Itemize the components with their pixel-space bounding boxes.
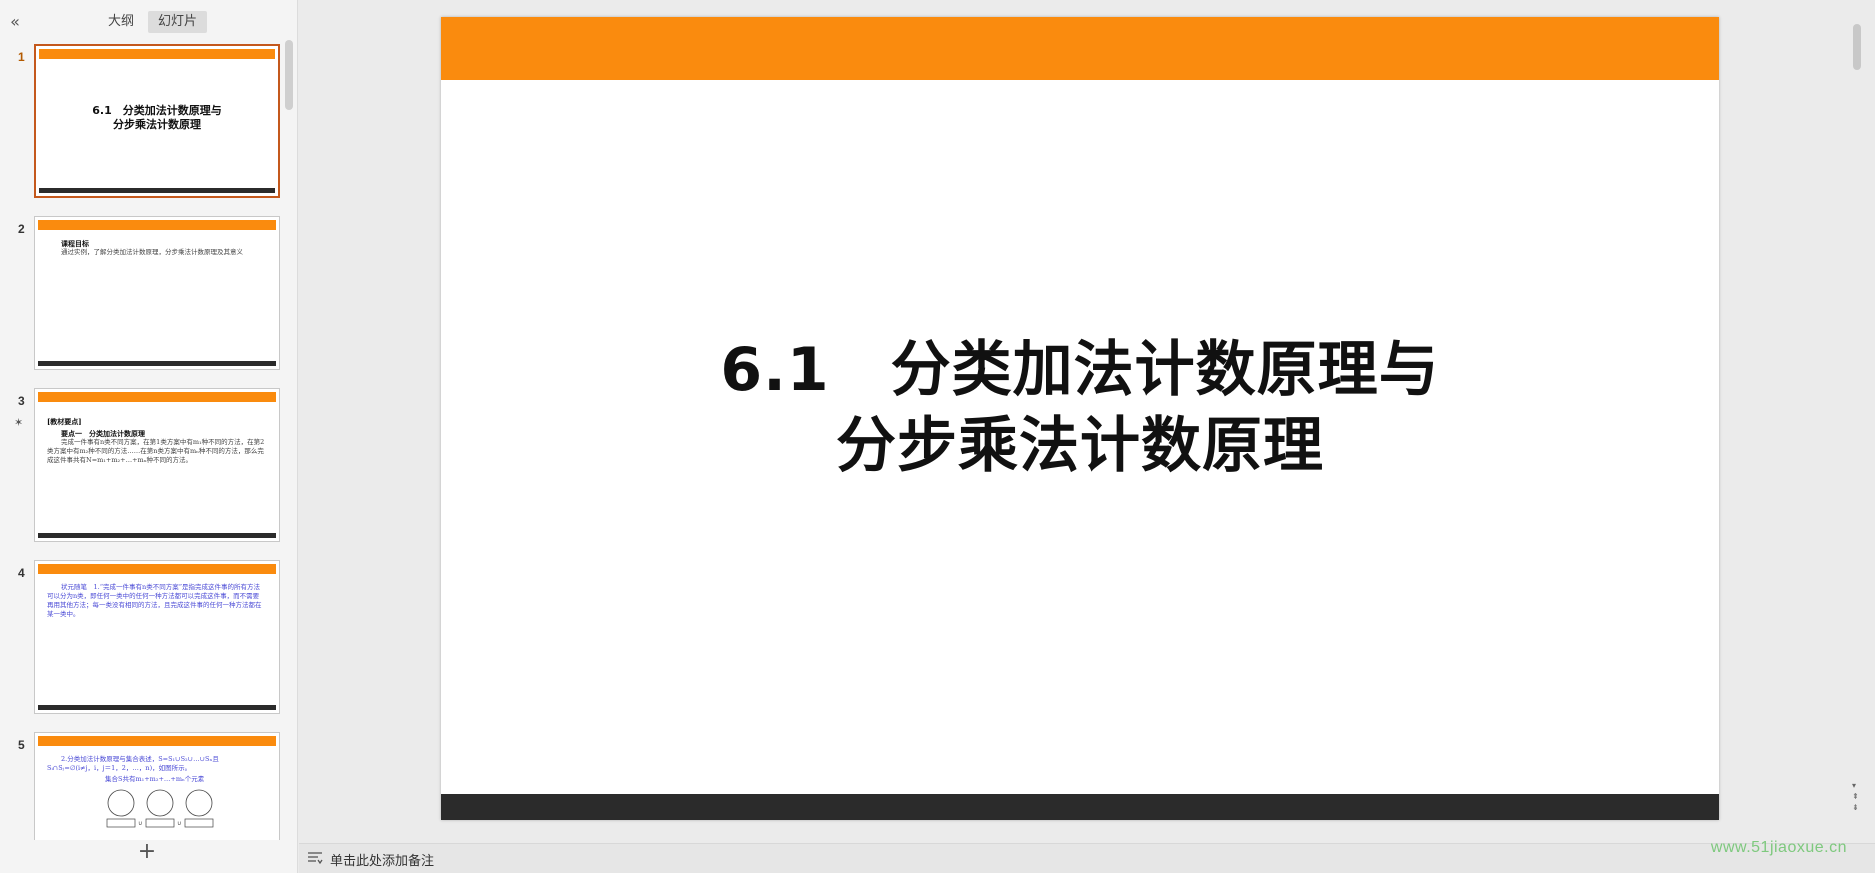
slide-footer-bar xyxy=(441,794,1719,820)
thumb-header-bar xyxy=(38,564,276,574)
editor-scrollbar[interactable]: ▾ ⇞ ⇟ xyxy=(1851,0,1863,843)
thumb-header-bar xyxy=(38,392,276,402)
slide-number: 2 xyxy=(18,222,25,236)
thumb-footer-bar xyxy=(38,533,276,538)
plus-icon[interactable]: + xyxy=(136,841,158,864)
slide-number: 3 xyxy=(18,394,25,408)
thumbnail-row-5: 5 2.分类加法计数原理与集合表述，S=S₁∪S₂∪…∪Sₙ且Sᵢ∩Sⱼ=∅(i… xyxy=(0,728,290,840)
slide-number: 1 xyxy=(18,50,25,64)
thumb-subheading: 要点一 分类加法计数原理 xyxy=(61,429,145,438)
thumb-body: 2.分类加法计数原理与集合表述，S=S₁∪S₂∪…∪Sₙ且Sᵢ∩Sⱼ=∅(i≠j… xyxy=(47,755,219,772)
notes-list-icon xyxy=(308,852,323,865)
current-slide[interactable]: 6.1 分类加法计数原理与 分步乘法计数原理 xyxy=(441,17,1719,820)
slide-header-bar xyxy=(441,17,1719,80)
thumb-text: 课程目标 通过实例，了解分类加法计数原理，分步乘法计数原理及其意义 xyxy=(47,239,265,257)
thumb-title: 6.1 分类加法计数原理与 分步乘法计数原理 xyxy=(36,104,278,132)
thumb-text: [教材要点] 要点一 分类加法计数原理 完成一件事有n类不同方案，在第1类方案中… xyxy=(47,417,265,465)
slide-title[interactable]: 6.1 分类加法计数原理与 分步乘法计数原理 xyxy=(441,332,1719,484)
thumbnail-row-3: 3 ✶ [教材要点] 要点一 分类加法计数原理 完成一件事有n类不同方案，在第1… xyxy=(0,384,290,542)
slide-thumbnail-3[interactable]: [教材要点] 要点一 分类加法计数原理 完成一件事有n类不同方案，在第1类方案中… xyxy=(34,388,280,542)
page-nav-arrows-icon[interactable]: ▾ ⇞ ⇟ xyxy=(1852,780,1859,813)
slide-thumbnail-1[interactable]: 6.1 分类加法计数原理与 分步乘法计数原理 xyxy=(34,44,280,198)
thumb-header-bar xyxy=(38,220,276,230)
slide-title-line-2: 分步乘法计数原理 xyxy=(836,411,1324,481)
thumb-header-bar xyxy=(38,736,276,746)
venn-diagram: ∪ ∪ xyxy=(106,789,214,828)
notes-input[interactable]: 单击此处添加备注 xyxy=(330,850,434,869)
slide-editor: 6.1 分类加法计数原理与 分步乘法计数原理 ▾ ⇞ ⇟ xyxy=(299,0,1863,843)
thumb-body: 完成一件事有n类不同方案，在第1类方案中有m₁种不同的方法，在第2类方案中有m₂… xyxy=(47,438,265,464)
thumb-footer-bar xyxy=(38,361,276,366)
slide-number: 4 xyxy=(18,566,25,580)
slide-title-line-1: 6.1 分类加法计数原理与 xyxy=(720,335,1440,405)
svg-text:∪: ∪ xyxy=(177,820,181,827)
thumbnail-row-2: 2 课程目标 通过实例，了解分类加法计数原理，分步乘法计数原理及其意义 xyxy=(0,212,290,370)
thumb-footer-bar xyxy=(38,705,276,710)
thumb-title-line-2: 分步乘法计数原理 xyxy=(113,118,201,131)
double-chevron-left-icon[interactable]: « xyxy=(4,12,26,32)
thumb-footer-bar xyxy=(39,188,275,193)
thumb-title-line-1: 6.1 分类加法计数原理与 xyxy=(92,104,222,117)
thumb-body: 状元随笔 1.“完成一件事有n类不同方案”是指完成这件事的所有方法可以分为n类，… xyxy=(47,583,262,618)
thumb-body: 通过实例，了解分类加法计数原理，分步乘法计数原理及其意义 xyxy=(61,248,243,256)
thumbnail-scrollbar[interactable] xyxy=(285,40,293,110)
thumb-header-bar xyxy=(39,49,275,59)
panel-tab-bar: 大纲 幻灯片 xyxy=(98,11,208,33)
thumb-heading: 课程目标 xyxy=(61,239,89,248)
scrollbar-thumb[interactable] xyxy=(1853,24,1861,70)
notes-bar: 单击此处添加备注 xyxy=(299,843,1875,873)
tab-slides[interactable]: 幻灯片 xyxy=(148,11,208,33)
slide-thumbnail-2[interactable]: 课程目标 通过实例，了解分类加法计数原理，分步乘法计数原理及其意义 xyxy=(34,216,280,370)
animation-star-icon: ✶ xyxy=(14,416,24,429)
slide-number: 5 xyxy=(18,738,25,752)
svg-text:∪: ∪ xyxy=(138,820,142,827)
slide-thumbnail-5[interactable]: 2.分类加法计数原理与集合表述，S=S₁∪S₂∪…∪Sₙ且Sᵢ∩Sⱼ=∅(i≠j… xyxy=(34,732,280,840)
slides-panel: « 大纲 幻灯片 1 6.1 分类加法计数原理与 分步乘法计数原理 2 课程目标… xyxy=(0,0,298,873)
thumbnail-row-1: 1 6.1 分类加法计数原理与 分步乘法计数原理 xyxy=(0,40,290,198)
watermark: www.51jiaoxue.cn xyxy=(1710,839,1847,856)
slide-thumbnail-list: 1 6.1 分类加法计数原理与 分步乘法计数原理 2 课程目标 通过实例，了解分… xyxy=(0,40,298,840)
thumb-heading: [教材要点] xyxy=(47,417,82,426)
tab-outline[interactable]: 大纲 xyxy=(98,11,144,33)
slide-thumbnail-4[interactable]: 状元随笔 1.“完成一件事有n类不同方案”是指完成这件事的所有方法可以分为n类，… xyxy=(34,560,280,714)
thumbnail-row-4: 4 状元随笔 1.“完成一件事有n类不同方案”是指完成这件事的所有方法可以分为n… xyxy=(0,556,290,714)
